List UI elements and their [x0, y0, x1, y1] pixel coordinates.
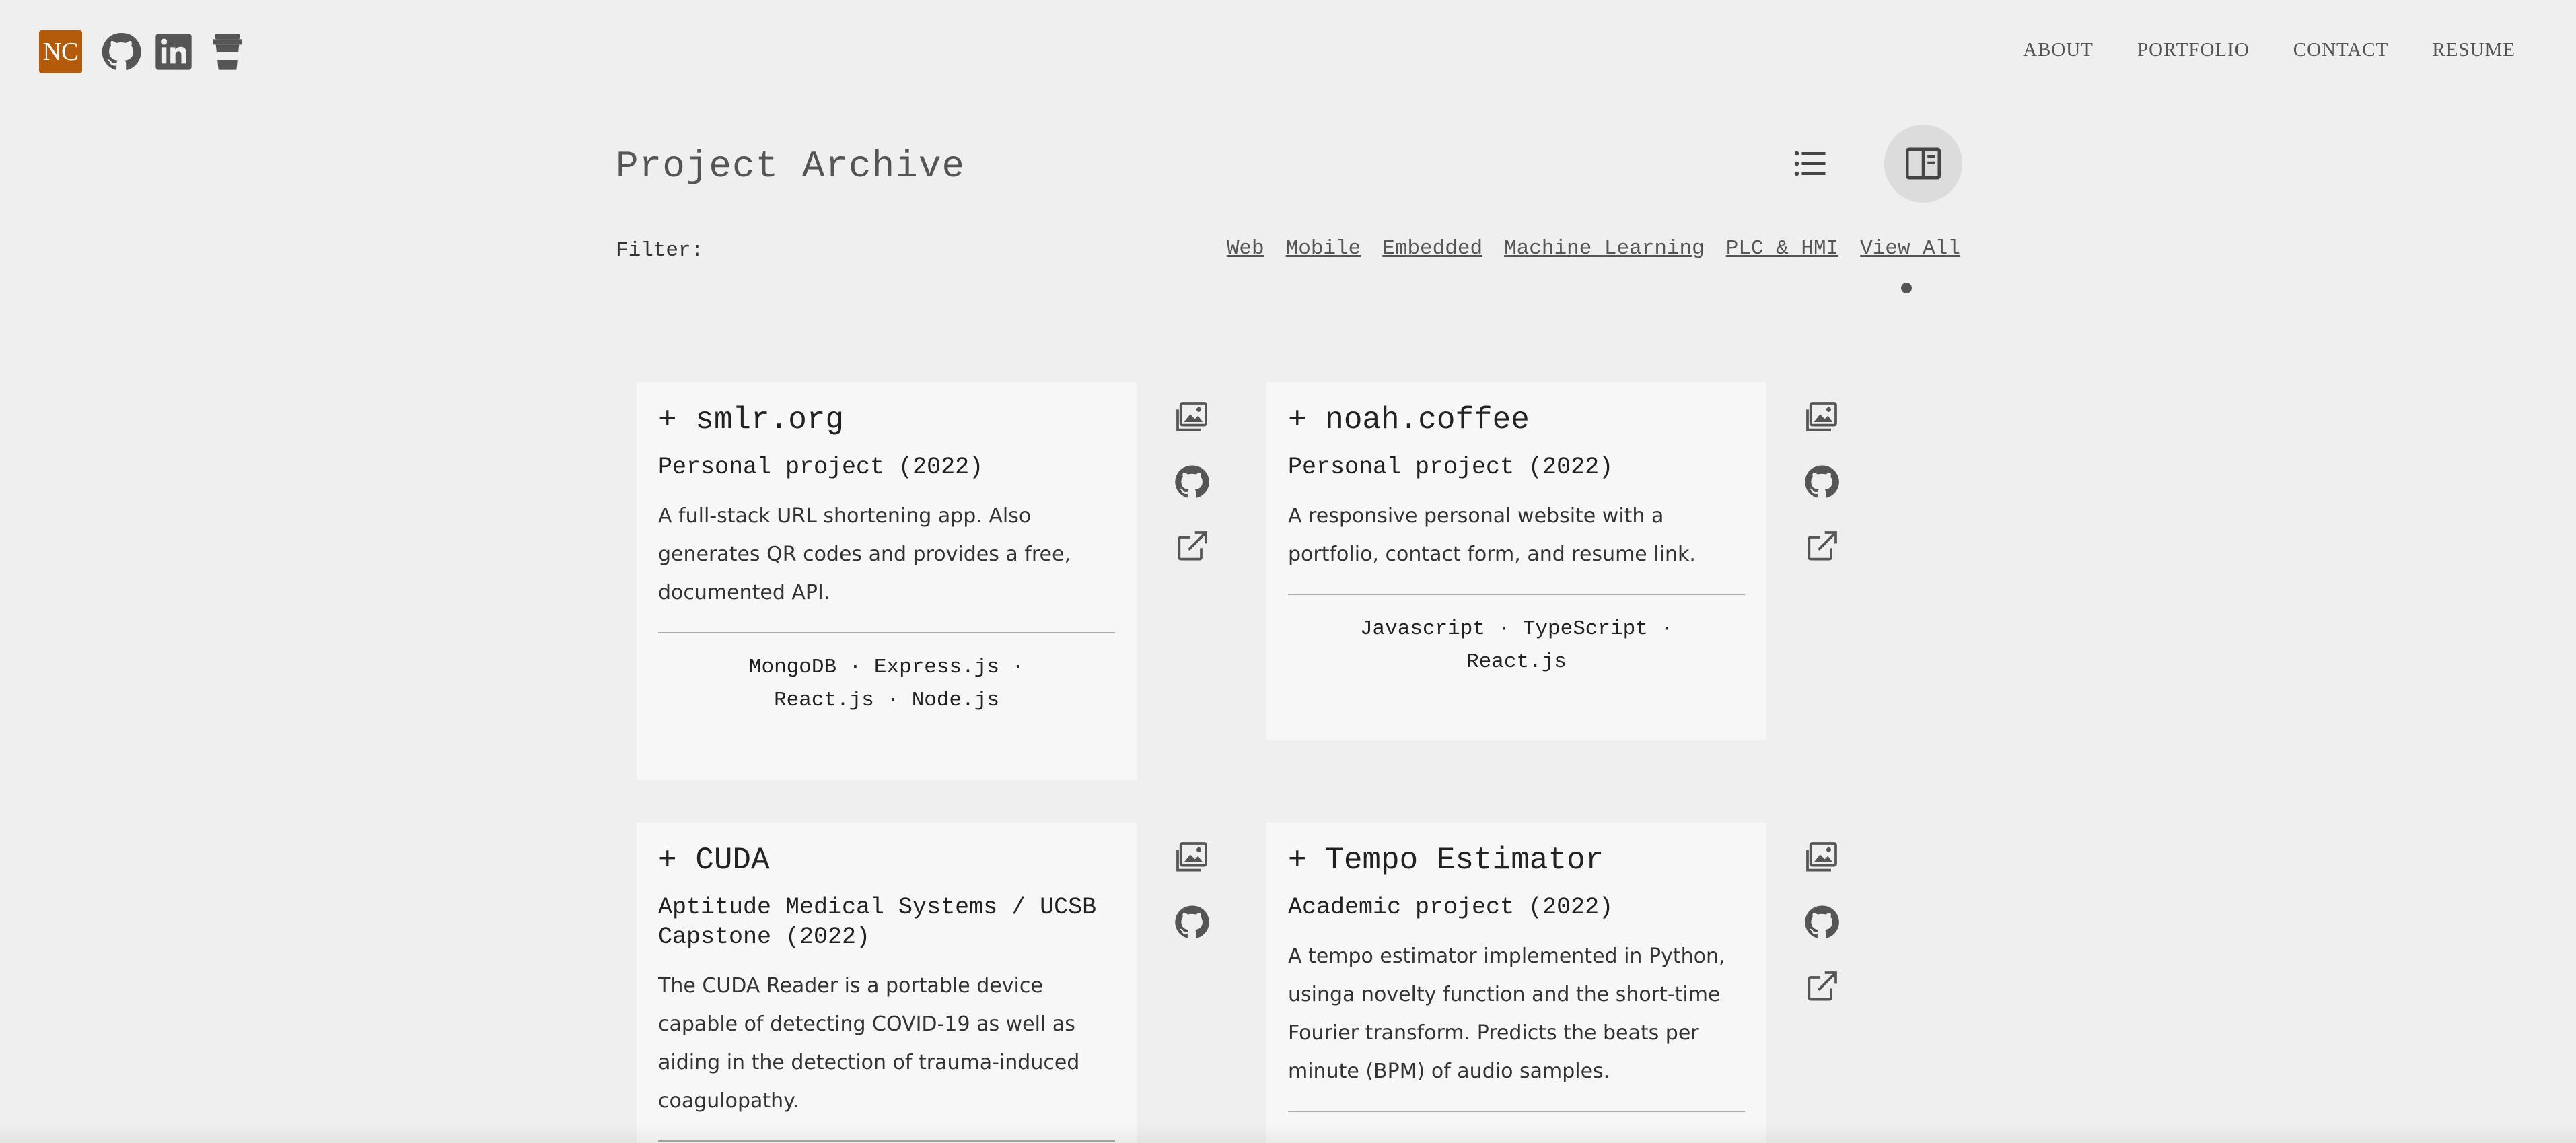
tech-tags: Javascript · TypeScript · React.js [1288, 613, 1745, 679]
project-description: A responsive personal website with a por… [1288, 504, 1696, 566]
tech-tags-line: React.js · Node.js [774, 689, 999, 712]
project-actions [1173, 399, 1213, 592]
list-view-button[interactable] [1771, 125, 1849, 203]
project-description: A tempo estimator implemented in Python,… [1288, 944, 1725, 1083]
project-actions [1173, 839, 1213, 968]
gallery-icon[interactable] [1173, 399, 1211, 436]
project-title[interactable]: + noah.coffee [1288, 403, 1745, 438]
divider [1288, 1111, 1745, 1112]
nav-resume[interactable]: RESUME [2432, 39, 2515, 61]
project-title[interactable]: + smlr.org [658, 403, 1115, 438]
gallery-icon[interactable] [1803, 399, 1840, 436]
tech-tags-line: React.js [1466, 650, 1567, 674]
project-subtitle: Personal project (2022) [1288, 454, 1614, 481]
top-nav: NC ABOUT PORTFOLIO CONTACT RESUME [0, 0, 2576, 101]
divider [658, 632, 1115, 633]
page-title: Project Archive [616, 145, 966, 188]
filter-plc-hmi[interactable]: PLC & HMI [1726, 237, 1838, 261]
filter-machine-learning[interactable]: Machine Learning [1504, 237, 1705, 261]
external-link-icon[interactable] [1173, 528, 1211, 565]
project-description: A full-stack URL shortening app. Also ge… [658, 504, 1071, 604]
active-filter-indicator [1901, 283, 1912, 293]
nc-logo[interactable]: NC [39, 30, 82, 73]
project-subtitle: Personal project (2022) [658, 454, 984, 481]
scroll-shadow [0, 1123, 2576, 1143]
filter-web[interactable]: Web [1227, 237, 1264, 261]
filter-view-all[interactable]: View All [1860, 237, 1960, 261]
project-title[interactable]: + Tempo Estimator [1288, 843, 1745, 878]
filter-mobile[interactable]: Mobile [1286, 237, 1361, 261]
card-view-icon [1906, 147, 1941, 180]
coffee-cup-icon[interactable] [206, 30, 249, 73]
project-card[interactable]: + Tempo Estimator Academic project (2022… [1266, 823, 1766, 1143]
project-title[interactable]: + CUDA [658, 843, 1115, 878]
filter-label: Filter: [616, 239, 704, 263]
project-actions [1803, 839, 1843, 1033]
gallery-icon[interactable] [1173, 839, 1211, 876]
external-link-icon[interactable] [1803, 968, 1840, 1006]
main-nav: ABOUT PORTFOLIO CONTACT RESUME [2023, 39, 2515, 61]
filter-embedded[interactable]: Embedded [1382, 237, 1482, 261]
github-icon[interactable] [1803, 903, 1840, 941]
tech-tags-line: MongoDB · Express.js · [748, 656, 1025, 679]
project-card[interactable]: + smlr.org Personal project (2022) A ful… [637, 382, 1137, 780]
nav-portfolio[interactable]: PORTFOLIO [2137, 39, 2250, 61]
filter-bar: Web Mobile Embedded Machine Learning PLC… [1227, 237, 1960, 261]
list-view-icon [1794, 151, 1826, 176]
github-icon[interactable] [100, 30, 143, 73]
linkedin-icon[interactable] [152, 30, 195, 73]
project-subtitle: Aptitude Medical Systems / UCSB Capstone… [658, 894, 1097, 950]
github-icon[interactable] [1173, 463, 1211, 501]
card-view-button[interactable] [1884, 125, 1962, 203]
nav-about[interactable]: ABOUT [2023, 39, 2094, 61]
project-subtitle: Academic project (2022) [1288, 894, 1614, 921]
gallery-icon[interactable] [1803, 839, 1840, 876]
github-icon[interactable] [1173, 903, 1211, 941]
project-description: The CUDA Reader is a portable device cap… [658, 974, 1080, 1113]
tech-tags-line: Javascript · TypeScript · [1359, 617, 1674, 641]
divider [1288, 594, 1745, 595]
tech-tags: MongoDB · Express.js · React.js · Node.j… [658, 651, 1115, 717]
project-card[interactable]: + CUDA Aptitude Medical Systems / UCSB C… [637, 823, 1137, 1143]
project-card[interactable]: + noah.coffee Personal project (2022) A … [1266, 382, 1766, 740]
external-link-icon[interactable] [1803, 528, 1840, 565]
project-actions [1803, 399, 1843, 592]
nav-contact[interactable]: CONTACT [2293, 39, 2389, 61]
github-icon[interactable] [1803, 463, 1840, 501]
